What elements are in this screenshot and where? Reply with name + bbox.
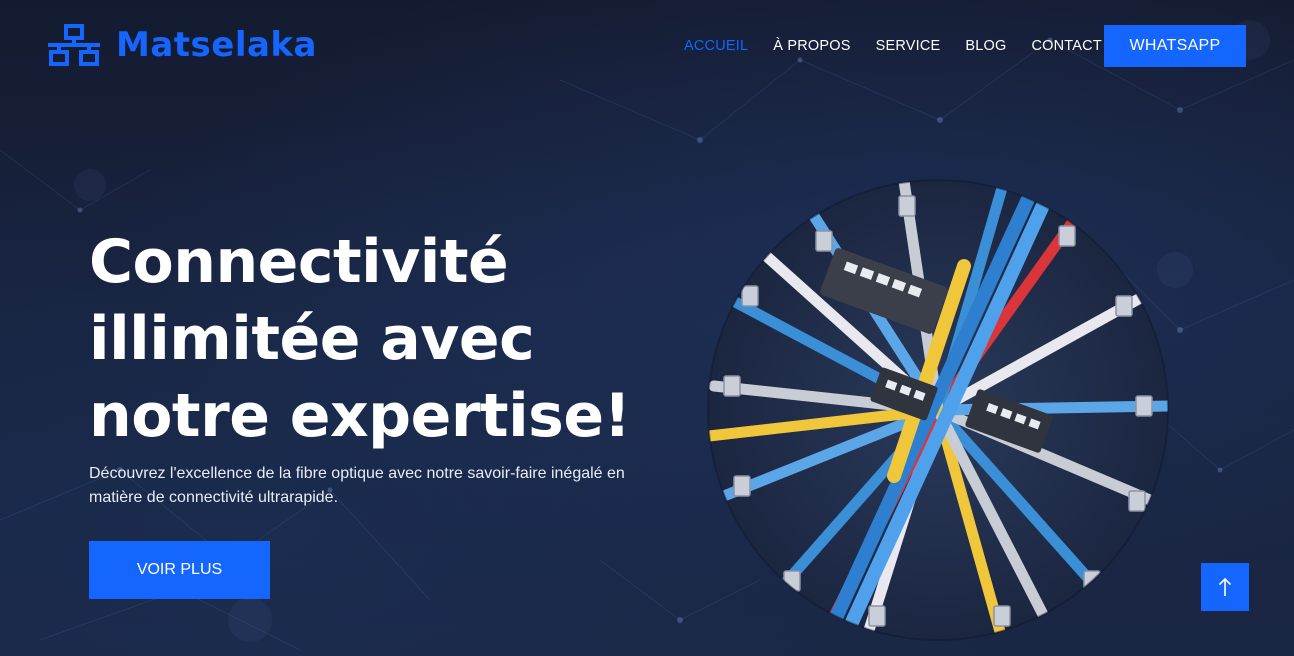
nav-item-contact[interactable]: CONTACT — [1031, 38, 1101, 54]
hero-title: Connectivité illimitée avec notre expert… — [89, 224, 649, 455]
arrow-up-icon — [1218, 577, 1232, 596]
back-to-top-button[interactable] — [1201, 563, 1249, 611]
brand-logo[interactable]: Matselaka — [48, 24, 317, 66]
hero-title-line: notre expertise! — [89, 381, 631, 451]
hero-title-line: Connectivité — [89, 227, 509, 297]
main-nav: ACCUEIL À PROPOS SERVICE BLOG CONTACT — [684, 25, 1127, 67]
network-icon — [48, 24, 100, 66]
hero-title-line: illimitée avec — [89, 304, 535, 374]
nav-item-blog[interactable]: BLOG — [965, 38, 1006, 54]
nav-item-service[interactable]: SERVICE — [876, 38, 941, 54]
network-cables-image — [707, 179, 1169, 641]
nav-item-a-propos[interactable]: À PROPOS — [773, 38, 850, 54]
hero-description: Découvrez l'excellence de la fibre optiq… — [89, 465, 625, 506]
whatsapp-button[interactable]: WHATSAPP — [1104, 25, 1246, 67]
site-header: Matselaka ACCUEIL À PROPOS SERVICE BLOG … — [0, 0, 1294, 92]
brand-name: Matselaka — [116, 25, 317, 65]
nav-item-accueil[interactable]: ACCUEIL — [684, 38, 748, 54]
voir-plus-button[interactable]: VOIR PLUS — [89, 541, 270, 599]
